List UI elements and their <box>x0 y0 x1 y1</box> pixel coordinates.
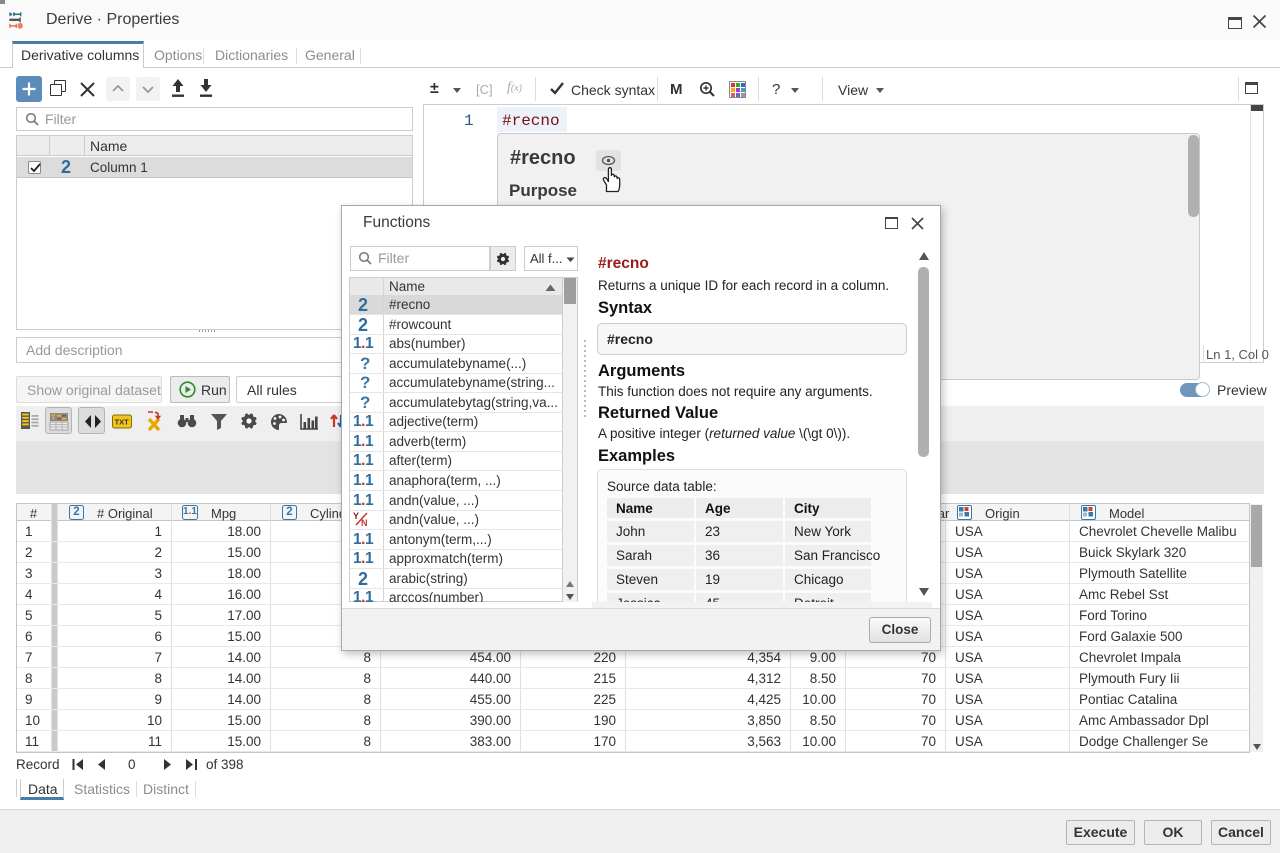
svg-text:T: T <box>51 415 56 422</box>
svg-text:Y: Y <box>353 511 359 521</box>
svg-text:TXT: TXT <box>115 418 130 427</box>
